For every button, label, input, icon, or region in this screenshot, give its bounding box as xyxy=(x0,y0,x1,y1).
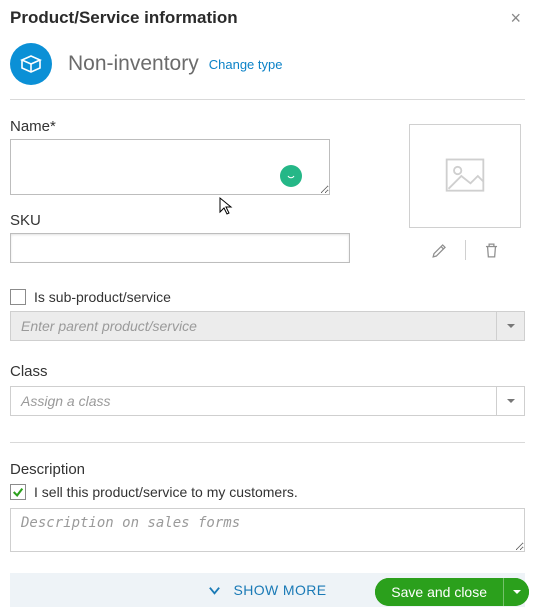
chevron-down-icon xyxy=(208,584,221,597)
sub-product-label: Is sub-product/service xyxy=(34,289,171,305)
sell-to-customers-checkbox[interactable] xyxy=(10,484,26,500)
description-section-label: Description xyxy=(10,461,525,478)
close-icon[interactable]: × xyxy=(506,8,525,29)
sell-to-customers-label: I sell this product/service to my custom… xyxy=(34,484,298,500)
chevron-down-icon[interactable] xyxy=(496,312,524,340)
sub-product-checkbox[interactable] xyxy=(10,289,26,305)
product-type-icon xyxy=(10,43,52,85)
save-and-close-button[interactable]: Save and close xyxy=(375,578,529,606)
class-select[interactable]: Assign a class xyxy=(10,386,525,416)
trash-icon[interactable] xyxy=(482,241,501,260)
class-placeholder: Assign a class xyxy=(11,393,120,409)
pencil-icon[interactable] xyxy=(430,241,449,260)
divider xyxy=(465,240,466,260)
chevron-down-icon[interactable] xyxy=(496,387,524,415)
sales-description-input[interactable] xyxy=(10,508,525,552)
parent-product-placeholder: Enter parent product/service xyxy=(11,318,207,334)
image-placeholder-icon xyxy=(443,154,487,198)
name-label: Name* xyxy=(10,118,365,135)
product-type-name: Non-inventory xyxy=(68,52,199,76)
show-more-label: SHOW MORE xyxy=(233,582,326,598)
divider xyxy=(10,442,525,443)
sku-input[interactable] xyxy=(10,233,350,263)
dialog-title: Product/Service information xyxy=(10,8,238,28)
sku-label: SKU xyxy=(10,212,365,229)
name-input[interactable] xyxy=(10,139,330,195)
change-type-link[interactable]: Change type xyxy=(209,57,283,72)
parent-product-select: Enter parent product/service xyxy=(10,311,525,341)
save-dropdown-toggle[interactable] xyxy=(503,578,529,606)
class-label: Class xyxy=(10,363,525,380)
box-icon xyxy=(19,52,43,76)
chevron-down-icon xyxy=(512,587,522,597)
image-dropzone[interactable] xyxy=(409,124,521,228)
divider xyxy=(10,99,525,100)
save-button-label: Save and close xyxy=(375,578,503,606)
status-ok-icon xyxy=(280,165,302,187)
